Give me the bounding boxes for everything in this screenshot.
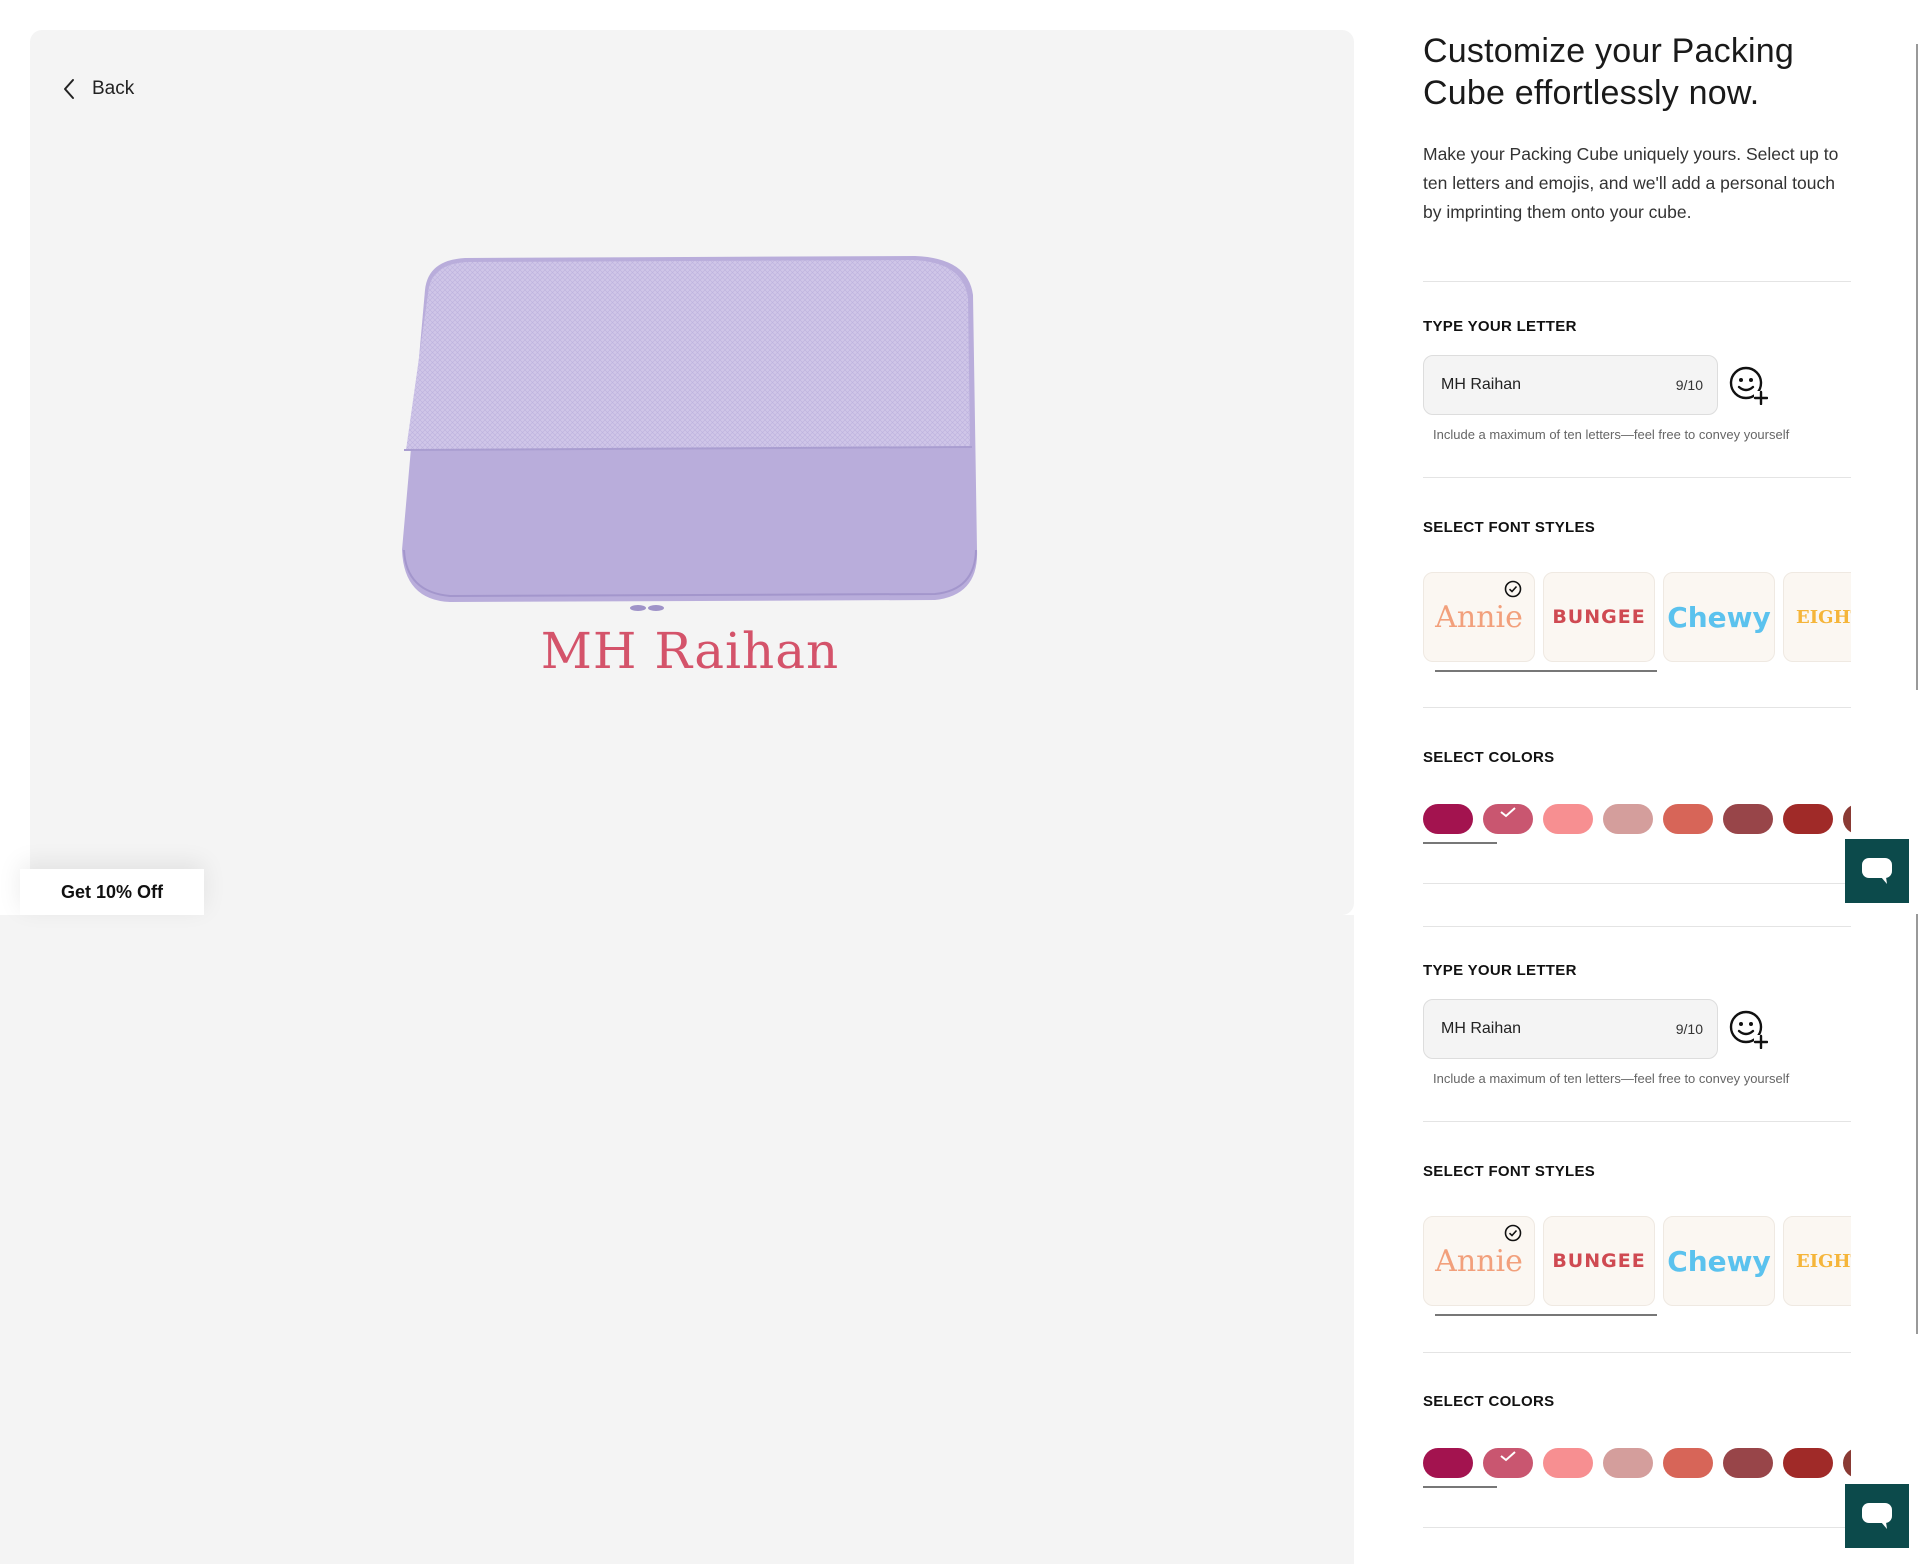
letter-input-field[interactable]: 9/10 [1423,355,1718,415]
back-label: Back [92,78,135,99]
divider [1423,1352,1851,1353]
font-carousel-scroll-indicator[interactable] [1435,670,1657,672]
font-option-annie[interactable]: Annie [1423,1216,1535,1306]
letter-section-label: TYPE YOUR LETTER [1423,962,1577,979]
letter-counter: 9/10 [1675,377,1703,393]
page-description: Make your Packing Cube uniquely yours. S… [1423,144,1839,222]
color-section-label: SELECT COLORS [1423,749,1555,766]
divider [1423,707,1851,708]
color-swatch-carousel[interactable] [1423,1448,1851,1478]
color-section: SELECT COLORS [1423,749,1851,844]
color-swatch-carousel[interactable] [1423,804,1851,834]
color-swatch[interactable] [1603,1448,1653,1478]
page-scrollbar[interactable] [1916,914,1918,1334]
product-preview: Back MH Raihan [30,30,1354,915]
font-style-label: SELECT FONT STYLES [1423,519,1596,536]
font-option-label: Annie [1435,1243,1523,1279]
font-option-chewy[interactable]: Chewy [1663,572,1775,662]
color-section-label: SELECT COLORS [1423,1393,1555,1410]
font-style-label: SELECT FONT STYLES [1423,1163,1596,1180]
letter-input[interactable] [1441,376,1641,394]
color-swatch[interactable] [1723,804,1773,834]
divider [1423,883,1851,884]
divider [1423,1121,1851,1122]
color-swatch[interactable] [1843,804,1851,834]
font-option-annie[interactable]: Annie [1423,572,1535,662]
color-swatch[interactable] [1423,804,1473,834]
font-style-carousel[interactable]: Annie BUNGEE Chewy EIGHT [1423,1216,1851,1306]
chevron-left-icon [64,79,74,99]
font-option-label: Chewy [1667,1244,1771,1278]
divider [1423,477,1851,478]
letter-counter: 9/10 [1675,1021,1703,1037]
back-button[interactable]: Back [62,78,134,100]
color-swatch[interactable] [1843,1448,1851,1478]
color-swatch[interactable] [1663,804,1713,834]
font-style-carousel[interactable]: Annie BUNGEE Chewy EIGHT [1423,572,1851,662]
font-option-label: EIGHT [1796,1250,1851,1272]
checkmark-icon [1500,1451,1516,1462]
color-swatch[interactable] [1603,804,1653,834]
font-option-eight[interactable]: EIGHT [1783,1216,1851,1306]
font-option-label: EIGHT [1796,606,1851,628]
packing-cube-image: MH Raihan [390,250,990,740]
page-scrollbar[interactable] [1916,44,1918,690]
check-circle-icon [1504,1224,1522,1242]
color-section: SELECT COLORS [1423,1393,1851,1488]
imprint-preview-text: MH Raihan [540,622,840,680]
color-carousel-scroll-indicator[interactable] [1423,842,1497,844]
color-swatch[interactable] [1483,804,1533,834]
color-carousel-scroll-indicator[interactable] [1423,1486,1497,1488]
font-style-section: SELECT FONT STYLES Annie BUNGEE Chewy EI… [1423,1163,1851,1316]
color-swatch[interactable] [1483,1448,1533,1478]
color-swatch[interactable] [1663,1448,1713,1478]
chat-support-button[interactable] [1845,1484,1909,1548]
letter-hint: Include a maximum of ten letters—feel fr… [1433,1071,1790,1086]
divider [1423,926,1851,927]
color-swatch[interactable] [1783,1448,1833,1478]
add-emoji-icon[interactable] [1728,365,1768,405]
font-option-label: Annie [1435,599,1523,635]
page-title: Customize your Packing Cube effortlessly… [1423,32,1794,112]
letter-section-label: TYPE YOUR LETTER [1423,318,1577,335]
color-swatch[interactable] [1423,1448,1473,1478]
color-swatch[interactable] [1783,804,1833,834]
chat-bubble-icon [1862,858,1892,884]
chat-bubble-icon [1862,1503,1892,1529]
add-emoji-icon[interactable] [1728,1009,1768,1049]
divider [1423,1527,1851,1528]
checkmark-icon [1500,807,1516,818]
font-option-eight[interactable]: EIGHT [1783,572,1851,662]
letter-input-field[interactable]: 9/10 [1423,999,1718,1059]
check-circle-icon [1504,580,1522,598]
letter-section: TYPE YOUR LETTER 9/10 Include a maximum … [1423,962,1851,1086]
font-option-label: BUNGEE [1552,606,1646,628]
color-swatch[interactable] [1543,804,1593,834]
letter-section: TYPE YOUR LETTER 9/10 Include a maximum … [1423,318,1851,442]
font-carousel-scroll-indicator[interactable] [1435,1314,1657,1316]
preview-background-lower [0,915,1354,1564]
font-option-bungee[interactable]: BUNGEE [1543,1216,1655,1306]
divider [1423,281,1851,282]
font-option-chewy[interactable]: Chewy [1663,1216,1775,1306]
letter-hint: Include a maximum of ten letters—feel fr… [1433,427,1790,442]
chat-support-button[interactable] [1845,839,1909,903]
discount-promo-button[interactable]: Get 10% Off [20,869,204,915]
font-style-section: SELECT FONT STYLES Annie BUNGEE Chewy EI… [1423,519,1851,672]
font-option-label: BUNGEE [1552,1250,1646,1272]
color-swatch[interactable] [1543,1448,1593,1478]
font-option-label: Chewy [1667,600,1771,634]
customization-header: Customize your Packing Cube effortlessly… [1423,30,1851,227]
letter-input[interactable] [1441,1020,1641,1038]
color-swatch[interactable] [1723,1448,1773,1478]
font-option-bungee[interactable]: BUNGEE [1543,572,1655,662]
